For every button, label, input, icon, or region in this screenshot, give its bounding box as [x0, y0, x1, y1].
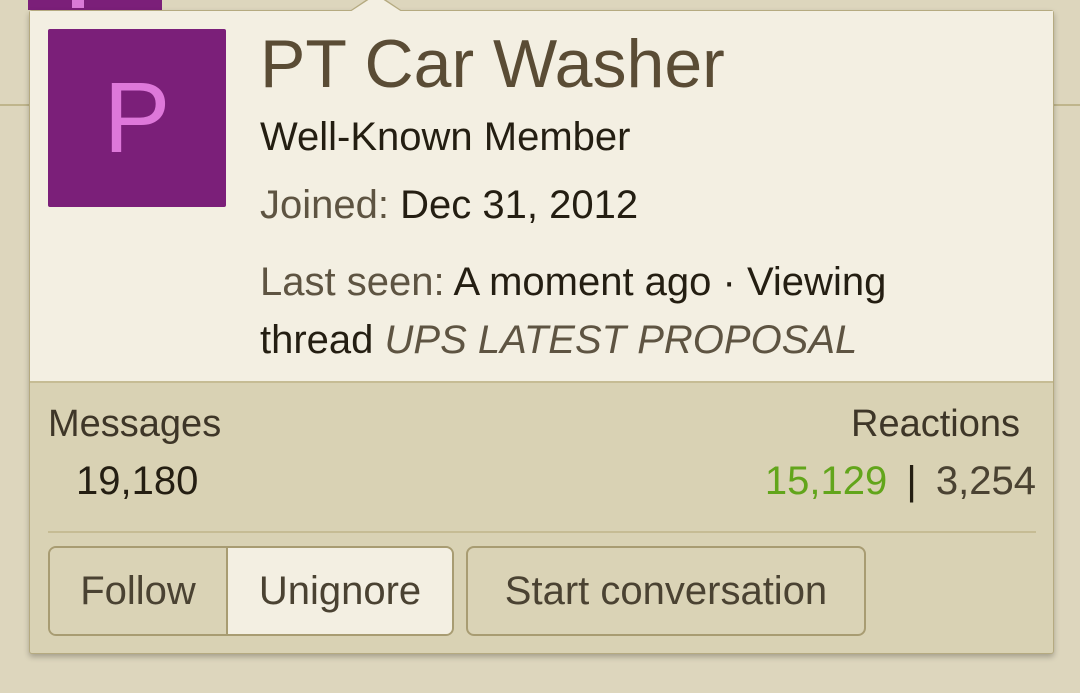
avatar-letter: P	[103, 62, 171, 174]
reactions-separator: |	[906, 459, 917, 503]
member-stats: Messages 19,180 Reactions 15,129 | 3,254	[48, 403, 1036, 533]
messages-label: Messages	[48, 403, 222, 445]
last-seen-label: Last seen:	[260, 260, 445, 304]
member-avatar[interactable]: P	[48, 29, 226, 207]
member-user-title: Well-Known Member	[260, 115, 631, 159]
unignore-button[interactable]: Unignore	[228, 548, 452, 634]
follow-ignore-button-group: Follow Unignore	[48, 546, 454, 636]
reactions-count: 15,129 | 3,254	[765, 459, 1036, 504]
reactions-label: Reactions	[851, 403, 1020, 445]
follow-button[interactable]: Follow	[50, 548, 228, 634]
start-conversation-button[interactable]: Start conversation	[466, 546, 866, 636]
member-header: P PT Car Washer Well-Known Member Joined…	[30, 11, 1053, 383]
background-avatar	[28, 0, 162, 10]
reactions-negative: 3,254	[935, 459, 1036, 503]
member-username[interactable]: PT Car Washer	[260, 25, 725, 103]
background-divider	[0, 104, 30, 106]
messages-count[interactable]: 19,180	[76, 459, 198, 504]
member-joined: Joined: Dec 31, 2012	[260, 183, 638, 228]
background-avatar-letter	[72, 0, 84, 8]
member-tooltip: P PT Car Washer Well-Known Member Joined…	[29, 0, 1054, 654]
viewing-thread-link[interactable]: UPS LATEST PROPOSAL	[385, 318, 858, 362]
background-divider-right	[1052, 104, 1080, 106]
joined-date: Dec 31, 2012	[400, 183, 639, 227]
member-last-seen: Last seen: A moment ago · Viewing thread…	[260, 253, 960, 369]
reactions-positive: 15,129	[764, 459, 888, 503]
joined-label: Joined:	[260, 183, 389, 227]
